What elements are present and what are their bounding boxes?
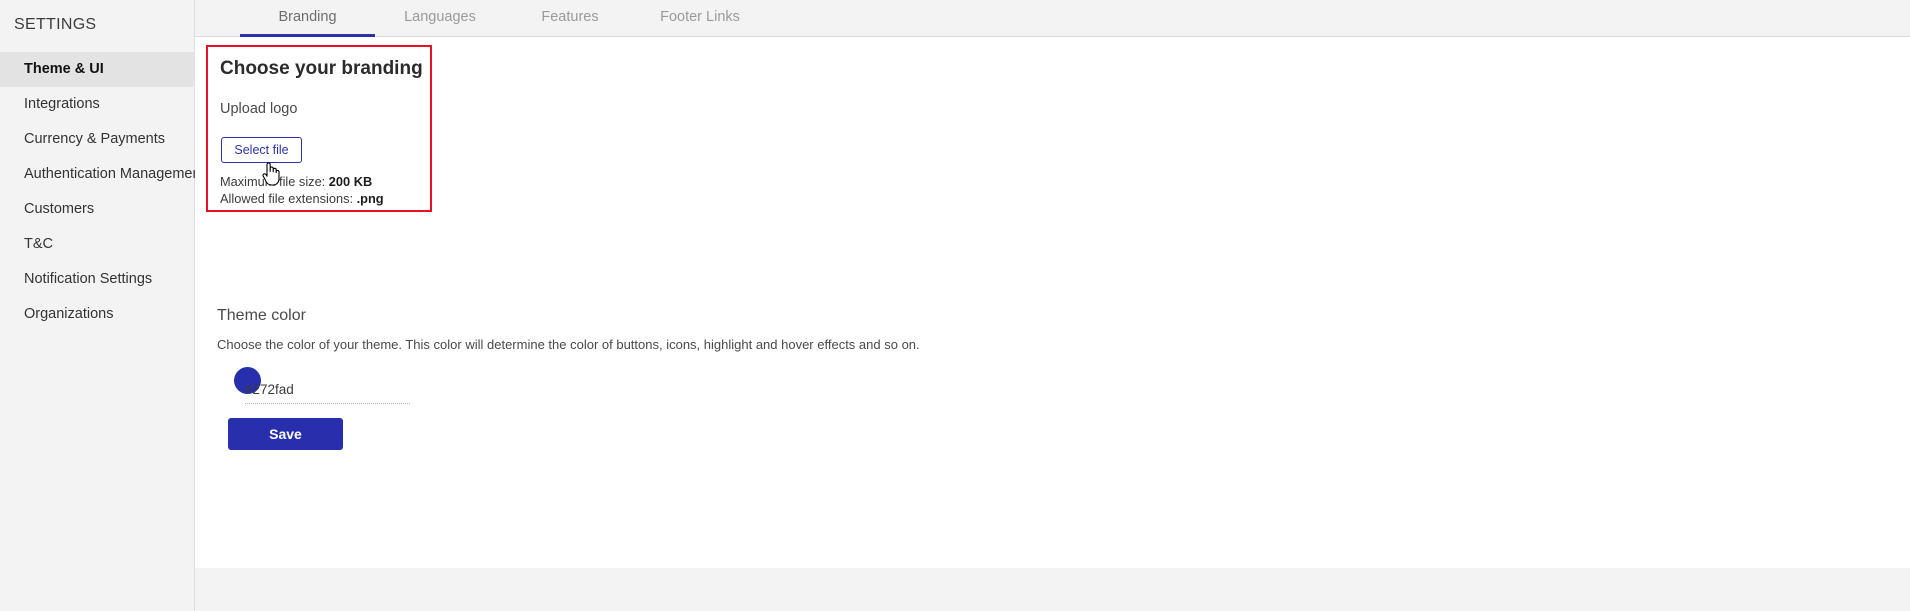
tab-footer-links[interactable]: Footer Links (635, 0, 765, 37)
allowed-extensions-value: .png (356, 191, 384, 206)
save-button[interactable]: Save (228, 418, 343, 450)
sidebar-item-customers[interactable]: Customers (0, 192, 195, 227)
tab-languages[interactable]: Languages (375, 0, 505, 37)
sidebar-item-authentication-management[interactable]: Authentication Management (0, 157, 205, 192)
max-file-size-note: Maximum file size: 200 KB (220, 174, 372, 189)
sidebar: SETTINGS Theme & UI Integrations Currency … (0, 0, 205, 611)
sidebar-item-organizations[interactable]: Organizations (0, 297, 195, 332)
sidebar-nav-list: Theme & UI Integrations Currency & Payment… (0, 52, 205, 332)
settings-page: SETTINGS Theme & UI Integrations Currency … (0, 0, 1910, 611)
content-panel: Choose your branding Upload logo Select … (195, 37, 1910, 568)
sidebar-item-integrations[interactable]: Integrations (0, 87, 195, 122)
tab-features[interactable]: Features (505, 0, 635, 37)
sidebar-item-notification-settings[interactable]: Notification Settings (0, 262, 195, 297)
tab-bar: Branding Languages Features Footer Links (195, 0, 1910, 37)
theme-color-hex-input[interactable]: #272fad (245, 382, 410, 404)
sidebar-item-t-c[interactable]: T&C (0, 227, 195, 262)
theme-color-heading: Theme color (217, 307, 306, 324)
sidebar-item-theme-ui[interactable]: Theme & UI (0, 52, 195, 87)
branding-card: Choose your branding Upload logo Select … (206, 45, 432, 212)
max-file-size-prefix: Maximum file size: (220, 174, 329, 189)
upload-logo-label: Upload logo (220, 101, 298, 117)
allowed-extensions-prefix: Allowed file extensions: (220, 191, 357, 206)
sidebar-item-currency-payments[interactable]: Currency & Payments (0, 122, 195, 157)
sidebar-title: SETTINGS (14, 16, 97, 33)
theme-color-description: Choose the color of your theme. This col… (217, 337, 920, 352)
select-file-button[interactable]: Select file (221, 137, 302, 163)
tab-branding[interactable]: Branding (240, 0, 375, 37)
max-file-size-value: 200 KB (328, 174, 373, 189)
theme-color-hex-value: #272fad (245, 382, 294, 397)
branding-heading: Choose your branding (220, 58, 423, 79)
allowed-extensions-note: Allowed file extensions: .png (220, 191, 384, 206)
